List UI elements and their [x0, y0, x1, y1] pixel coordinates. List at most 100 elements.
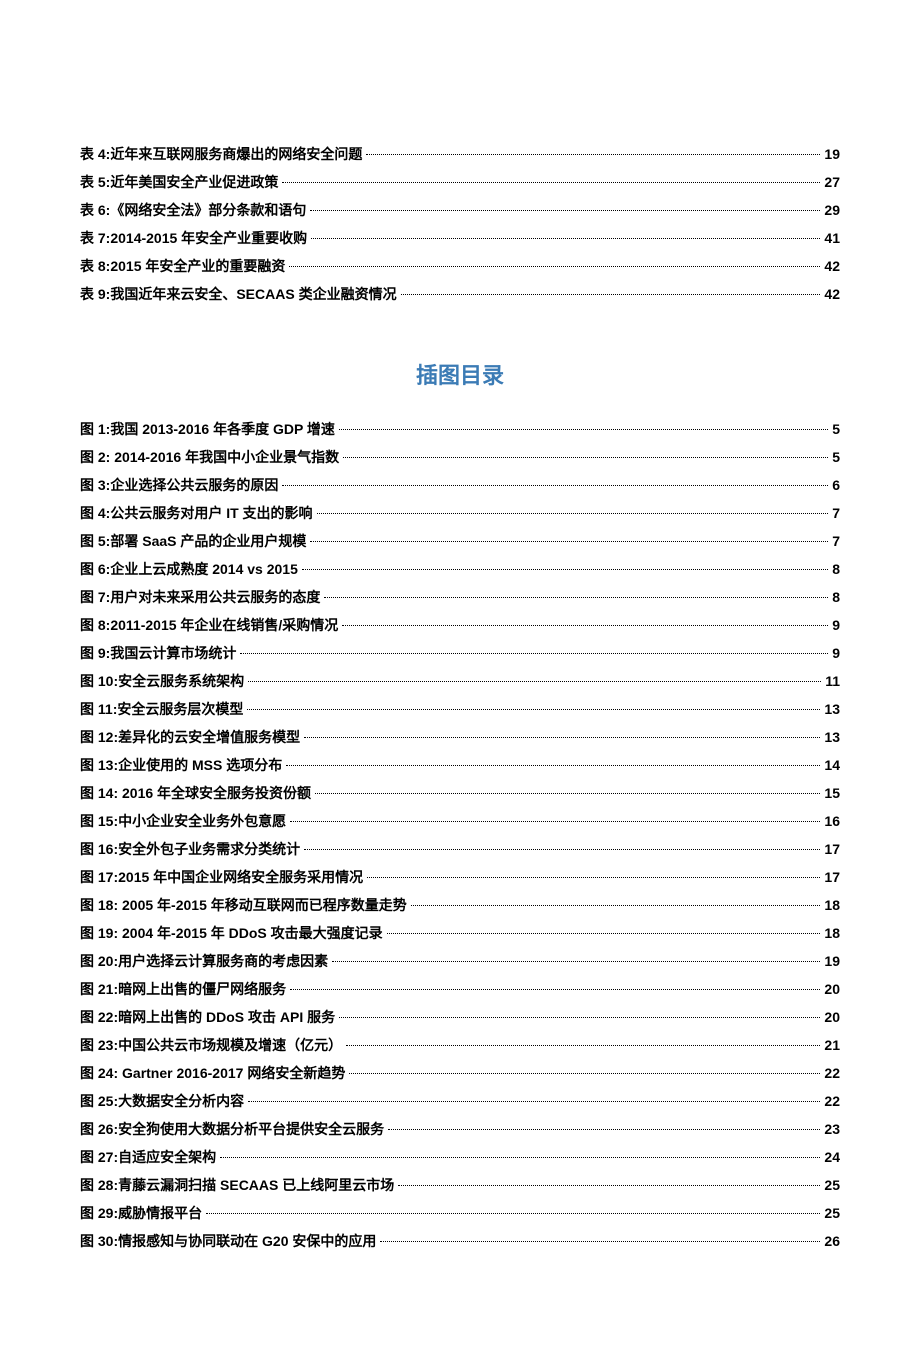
figure-toc-label: 图 2: 2014-2016 年我国中小企业景气指数 — [80, 443, 339, 471]
figure-toc-page: 9 — [832, 611, 840, 639]
figure-toc-page: 7 — [832, 527, 840, 555]
table-toc-label: 表 6:《网络安全法》部分条款和语句 — [80, 196, 306, 224]
toc-dots — [302, 569, 828, 570]
figure-toc-item: 图 10:安全云服务系统架构11 — [80, 667, 840, 695]
figure-toc-page: 24 — [824, 1143, 840, 1171]
figure-toc-item: 图 24: Gartner 2016-2017 网络安全新趋势 22 — [80, 1059, 840, 1087]
figure-toc-label: 图 30:情报感知与协同联动在 G20 安保中的应用 — [80, 1227, 376, 1255]
toc-dots — [324, 597, 828, 598]
figure-toc-label: 图 8:2011-2015 年企业在线销售/采购情况 — [80, 611, 338, 639]
figure-toc-item: 图 5:部署 SaaS 产品的企业用户规模 7 — [80, 527, 840, 555]
figure-toc-item: 图 22:暗网上出售的 DDoS 攻击 API 服务 20 — [80, 1003, 840, 1031]
figure-toc-page: 9 — [832, 639, 840, 667]
toc-dots — [282, 182, 820, 183]
figure-toc-item: 图 3:企业选择公共云服务的原因6 — [80, 471, 840, 499]
figure-toc-page: 22 — [824, 1059, 840, 1087]
table-toc-item: 表 8:2015 年安全产业的重要融资42 — [80, 252, 840, 280]
toc-dots — [343, 457, 828, 458]
table-toc-page: 27 — [824, 168, 840, 196]
figure-toc-item: 图 15:中小企业安全业务外包意愿16 — [80, 807, 840, 835]
figure-toc-item: 图 11:安全云服务层次模型13 — [80, 695, 840, 723]
figure-toc-label: 图 6:企业上云成熟度 2014 vs 2015 — [80, 555, 298, 583]
table-toc-item: 表 6:《网络安全法》部分条款和语句29 — [80, 196, 840, 224]
figure-toc-label: 图 22:暗网上出售的 DDoS 攻击 API 服务 — [80, 1003, 335, 1031]
figure-toc-item: 图 7:用户对未来采用公共云服务的态度8 — [80, 583, 840, 611]
figure-toc-label: 图 20:用户选择云计算服务商的考虑因素 — [80, 947, 328, 975]
figure-toc-page: 18 — [824, 919, 840, 947]
toc-dots — [248, 1101, 820, 1102]
figure-toc-label: 图 18: 2005 年-2015 年移动互联网而已程序数量走势 — [80, 891, 407, 919]
figure-toc-page: 25 — [824, 1199, 840, 1227]
figure-toc-page: 8 — [832, 555, 840, 583]
toc-dots — [290, 821, 820, 822]
table-toc-item: 表 7:2014-2015 年安全产业重要收购41 — [80, 224, 840, 252]
figure-toc-label: 图 3:企业选择公共云服务的原因 — [80, 471, 278, 499]
toc-dots — [332, 961, 820, 962]
figure-toc-item: 图 4:公共云服务对用户 IT 支出的影响7 — [80, 499, 840, 527]
figure-toc-item: 图 26:安全狗使用大数据分析平台提供安全云服务23 — [80, 1115, 840, 1143]
figure-toc-label: 图 1:我国 2013-2016 年各季度 GDP 增速 — [80, 415, 335, 443]
figure-toc-item: 图 12:差异化的云安全增值服务模型 13 — [80, 723, 840, 751]
figure-toc-page: 21 — [824, 1031, 840, 1059]
toc-dots — [286, 765, 820, 766]
figure-toc-label: 图 4:公共云服务对用户 IT 支出的影响 — [80, 499, 313, 527]
toc-dots — [282, 485, 828, 486]
table-toc-label: 表 5:近年美国安全产业促进政策 — [80, 168, 278, 196]
figure-toc-label: 图 12:差异化的云安全增值服务模型 — [80, 723, 300, 751]
table-toc-label: 表 8:2015 年安全产业的重要融资 — [80, 252, 285, 280]
figure-toc-page: 19 — [824, 947, 840, 975]
figure-toc-label: 图 24: Gartner 2016-2017 网络安全新趋势 — [80, 1059, 345, 1087]
toc-dots — [339, 1017, 820, 1018]
figure-toc-label: 图 15:中小企业安全业务外包意愿 — [80, 807, 286, 835]
toc-dots — [311, 238, 820, 239]
toc-dots — [342, 625, 828, 626]
figure-toc-item: 图 16:安全外包子业务需求分类统计 17 — [80, 835, 840, 863]
toc-dots — [206, 1213, 820, 1214]
figure-toc-label: 图 17:2015 年中国企业网络安全服务采用情况 — [80, 863, 363, 891]
figure-toc-label: 图 27:自适应安全架构 — [80, 1143, 216, 1171]
table-toc-item: 表 4:近年来互联网服务商爆出的网络安全问题 19 — [80, 140, 840, 168]
toc-dots — [304, 849, 820, 850]
figure-toc-item: 图 17:2015 年中国企业网络安全服务采用情况 17 — [80, 863, 840, 891]
figure-toc-page: 17 — [824, 835, 840, 863]
figure-toc-page: 13 — [824, 723, 840, 751]
figure-toc-page: 26 — [824, 1227, 840, 1255]
figure-toc-label: 图 5:部署 SaaS 产品的企业用户规模 — [80, 527, 306, 555]
toc-dots — [248, 681, 821, 682]
figure-toc-label: 图 16:安全外包子业务需求分类统计 — [80, 835, 300, 863]
figure-toc-item: 图 8:2011-2015 年企业在线销售/采购情况 9 — [80, 611, 840, 639]
toc-dots — [401, 294, 821, 295]
figure-toc-label: 图 29:威胁情报平台 — [80, 1199, 202, 1227]
table-toc-label: 表 4:近年来互联网服务商爆出的网络安全问题 — [80, 140, 362, 168]
figures-toc-section: 图 1:我国 2013-2016 年各季度 GDP 增速5图 2: 2014-2… — [80, 415, 840, 1255]
figure-toc-page: 18 — [824, 891, 840, 919]
figure-toc-label: 图 14: 2016 年全球安全服务投资份额 — [80, 779, 311, 807]
figure-toc-item: 图 20:用户选择云计算服务商的考虑因素 19 — [80, 947, 840, 975]
figure-toc-item: 图 30:情报感知与协同联动在 G20 安保中的应用 26 — [80, 1227, 840, 1255]
figure-toc-item: 图 19: 2004 年-2015 年 DDoS 攻击最大强度记录18 — [80, 919, 840, 947]
figure-toc-page: 15 — [824, 779, 840, 807]
figure-toc-page: 20 — [824, 975, 840, 1003]
table-toc-item: 表 9:我国近年来云安全、SECAAS 类企业融资情况42 — [80, 280, 840, 308]
figure-toc-item: 图 27:自适应安全架构 24 — [80, 1143, 840, 1171]
figure-toc-label: 图 23:中国公共云市场规模及增速（亿元） — [80, 1031, 342, 1059]
figure-toc-label: 图 25:大数据安全分析内容 — [80, 1087, 244, 1115]
figure-toc-item: 图 21:暗网上出售的僵尸网络服务 20 — [80, 975, 840, 1003]
figure-toc-label: 图 21:暗网上出售的僵尸网络服务 — [80, 975, 286, 1003]
toc-dots — [220, 1157, 820, 1158]
figure-toc-label: 图 13:企业使用的 MSS 选项分布 — [80, 751, 282, 779]
toc-dots — [398, 1185, 820, 1186]
tables-toc-section: 表 4:近年来互联网服务商爆出的网络安全问题 19 表 5:近年美国安全产业促进政策… — [80, 140, 840, 308]
figure-toc-page: 20 — [824, 1003, 840, 1031]
figure-toc-page: 23 — [824, 1115, 840, 1143]
toc-dots — [380, 1241, 820, 1242]
figure-toc-page: 17 — [824, 863, 840, 891]
toc-dots — [367, 877, 820, 878]
figure-toc-page: 5 — [832, 443, 840, 471]
figure-toc-item: 图 25:大数据安全分析内容22 — [80, 1087, 840, 1115]
figure-toc-item: 图 13:企业使用的 MSS 选项分布14 — [80, 751, 840, 779]
table-toc-page: 19 — [824, 140, 840, 168]
toc-dots — [411, 905, 821, 906]
figure-toc-item: 图 1:我国 2013-2016 年各季度 GDP 增速5 — [80, 415, 840, 443]
toc-dots — [240, 653, 828, 654]
